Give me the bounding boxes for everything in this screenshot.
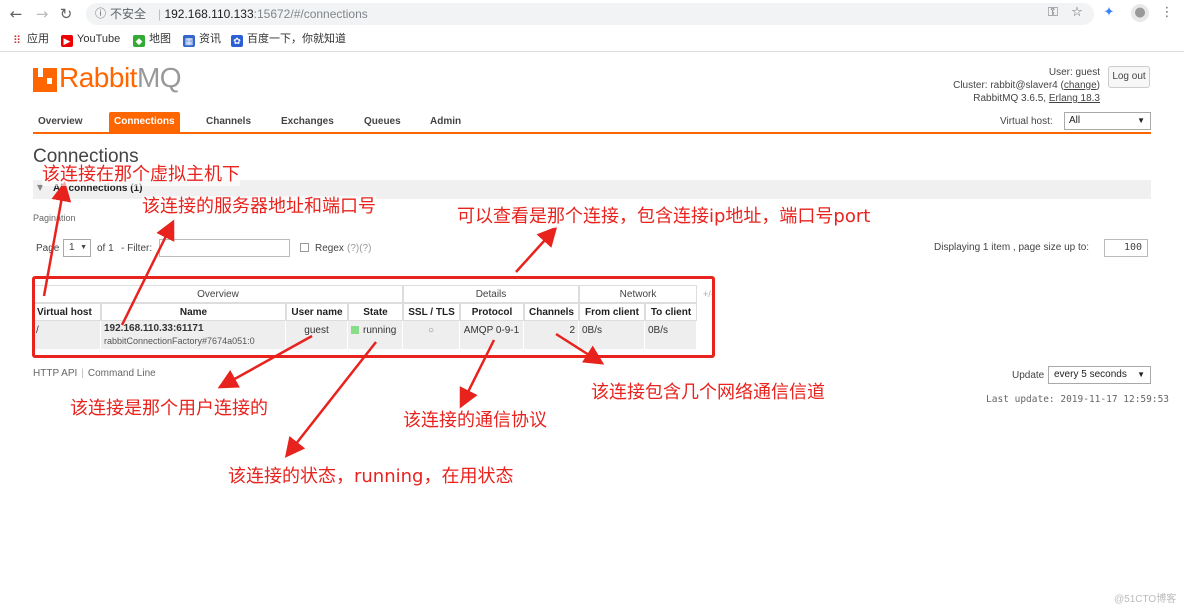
bookmark-apps[interactable]: ⠿ 应用: [11, 32, 49, 47]
bookmark-youtube[interactable]: ▶ YouTube: [61, 32, 120, 47]
filter-input[interactable]: [159, 239, 290, 257]
apps-grid-icon: ⠿: [12, 35, 22, 47]
regex-help-link[interactable]: (?)(?): [347, 243, 371, 254]
star-icon[interactable]: ☆: [1068, 4, 1086, 22]
update-label: Update: [1012, 370, 1045, 381]
tab-channels[interactable]: Channels: [201, 112, 256, 132]
vhost-label: Virtual host:: [1000, 116, 1053, 127]
erlang-link[interactable]: Erlang 18.3: [1049, 93, 1100, 104]
key-icon[interactable]: ⚿: [1044, 4, 1062, 22]
of-pages-label: of 1: [97, 243, 114, 254]
note-user: 该连接是那个用户连接的: [70, 398, 268, 420]
tab-connections[interactable]: Connections: [109, 112, 180, 132]
tab-exchanges[interactable]: Exchanges: [276, 112, 339, 132]
page-label: Page: [36, 243, 60, 254]
annotation-highlight-box: [32, 276, 715, 358]
note-which: 可以查看是那个连接，包含连接ip地址，端口号port: [457, 206, 871, 228]
tab-admin[interactable]: Admin: [425, 112, 466, 132]
version-line: RabbitMQ 3.6.5, Erlang 18.3: [973, 93, 1100, 104]
tab-queues[interactable]: Queues: [359, 112, 406, 132]
youtube-icon: ▶: [61, 35, 73, 47]
forward-icon[interactable]: →: [32, 4, 52, 24]
rabbitmq-logo-icon: [33, 68, 57, 92]
browser-toolbar: ← → ↻ ⓘ 不安全 | 192.168.110.133:15672/#/co…: [0, 0, 1184, 28]
news-icon: ▦: [183, 35, 195, 47]
bookmarks-bar: ⠿ 应用 ▶ YouTube ◆ 地图 ▦ 资讯 ✿ 百度一下，你就知道: [0, 28, 1184, 50]
displaying-label: Displaying 1 item , page size up to:: [934, 242, 1090, 253]
bookmark-maps[interactable]: ◆ 地图: [133, 32, 171, 47]
menu-icon[interactable]: ⋮: [1158, 4, 1176, 22]
note-server: 该连接的服务器地址和端口号: [142, 196, 376, 218]
watermark: @51CTO博客: [1114, 594, 1177, 605]
chevron-down-icon: ▼: [1137, 370, 1145, 379]
user-info: User: guest Cluster: rabbit@slaver4 (cha…: [953, 66, 1100, 105]
info-icon[interactable]: ⓘ: [95, 3, 106, 25]
note-vhost: 该连接在那个虚拟主机下: [42, 164, 240, 186]
cluster-line: Cluster: rabbit@slaver4 (change): [953, 80, 1100, 91]
user-line: User: guest: [1048, 67, 1100, 78]
note-channels: 该连接包含几个网络通信信道: [591, 382, 825, 404]
page-size-input[interactable]: 100: [1104, 239, 1148, 257]
note-protocol: 该连接的通信协议: [403, 410, 547, 432]
note-state: 该连接的状态，running，在用状态: [228, 466, 514, 488]
http-api-link[interactable]: HTTP API: [33, 368, 77, 379]
last-update: Last update: 2019-11-17 12:59:53: [986, 394, 1170, 405]
command-line-link[interactable]: Command Line: [88, 368, 156, 379]
map-icon: ◆: [133, 35, 145, 47]
logout-button[interactable]: Log out: [1108, 66, 1150, 88]
reload-icon[interactable]: ↻: [56, 4, 76, 24]
arrow-which: [515, 226, 558, 273]
regex-checkbox[interactable]: [300, 243, 309, 252]
url-text: | 192.168.110.133:15672/#/connections: [158, 7, 368, 21]
address-bar[interactable]: ⓘ 不安全 | 192.168.110.133:15672/#/connecti…: [86, 3, 1094, 25]
regex-label: Regex: [315, 243, 344, 254]
baidu-icon: ✿: [231, 35, 243, 47]
filter-label: - Filter:: [121, 243, 153, 254]
extension-icon[interactable]: ✦: [1100, 4, 1118, 22]
pagination-label: Pagination: [33, 213, 76, 223]
vhost-select[interactable]: All ▼: [1064, 112, 1151, 130]
browser-chrome: ← → ↻ ⓘ 不安全 | 192.168.110.133:15672/#/co…: [0, 0, 1184, 52]
profile-icon[interactable]: ●: [1131, 4, 1149, 22]
back-icon[interactable]: ←: [6, 4, 26, 24]
bookmark-baidu[interactable]: ✿ 百度一下，你就知道: [231, 32, 346, 47]
chevron-down-icon: ▼: [80, 244, 87, 251]
update-interval-select[interactable]: every 5 seconds ▼: [1048, 366, 1151, 384]
footer-links: HTTP API | Command Line: [33, 368, 156, 379]
bookmark-news[interactable]: ▦ 资讯: [183, 32, 221, 47]
tab-underline: [33, 132, 1151, 134]
page-select[interactable]: 1 ▼: [63, 239, 91, 257]
security-label: 不安全: [110, 7, 147, 21]
arrow-state: [284, 341, 377, 458]
tab-overview[interactable]: Overview: [33, 112, 87, 132]
change-cluster-link[interactable]: change: [1064, 80, 1097, 91]
chevron-down-icon: ▼: [1137, 116, 1145, 125]
